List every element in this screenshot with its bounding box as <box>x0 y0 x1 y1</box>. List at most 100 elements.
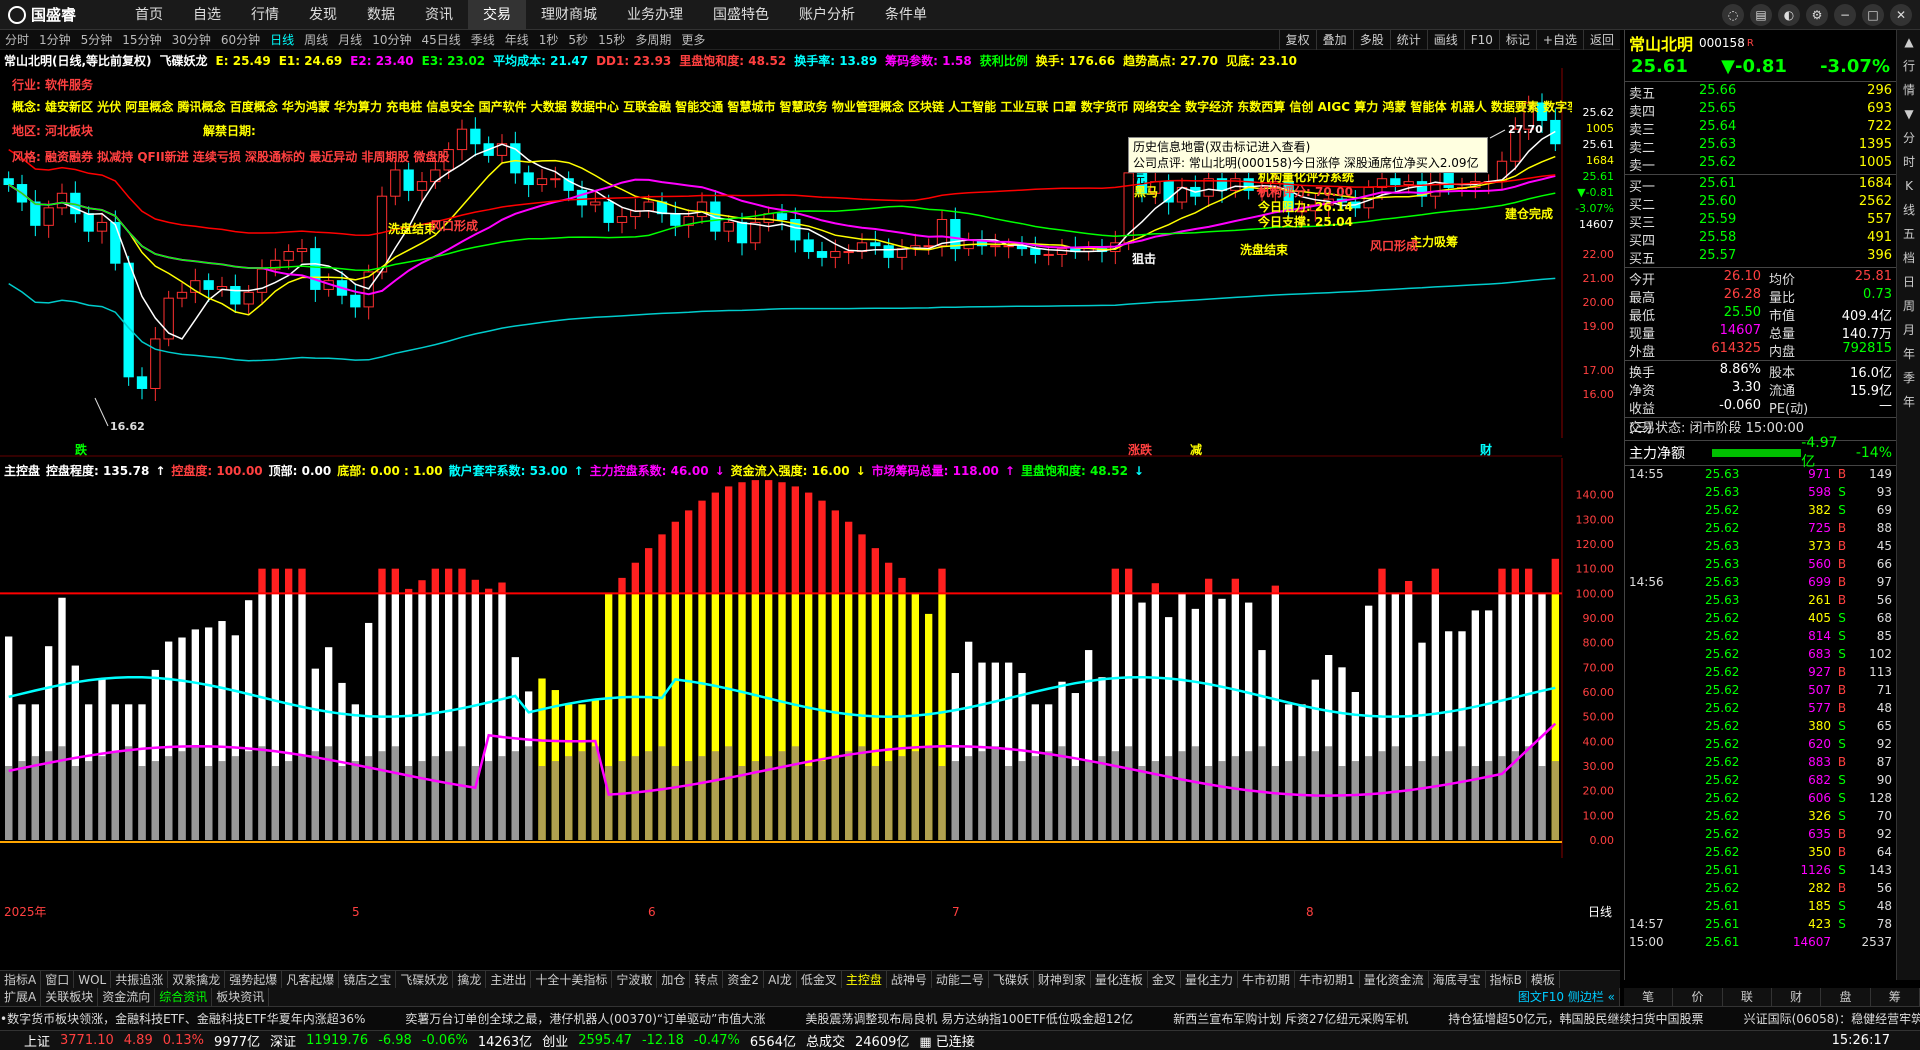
info-tab-0[interactable]: 扩展A <box>0 988 42 1006</box>
indicator-tab-29[interactable]: 海底寻宝 <box>1429 971 1486 988</box>
chart-tool-6[interactable]: 标记 <box>1498 30 1536 50</box>
period-9[interactable]: 10分钟 <box>367 30 416 50</box>
menu-item-4[interactable]: 数据 <box>352 0 410 30</box>
sidebar-item-12[interactable]: 月 <box>1897 318 1920 342</box>
panel-tab-0[interactable]: 笔 <box>1624 988 1674 1006</box>
sub-control-chart[interactable]: 140.00130.00120.00110.00100.0090.0080.00… <box>0 458 1618 928</box>
period-0[interactable]: 分时 <box>0 30 34 50</box>
indicator-tab-9[interactable]: 擒龙 <box>453 971 487 988</box>
order-book-row[interactable]: 卖二 25.63 1395 <box>1625 137 1896 156</box>
indicator-tab-11[interactable]: 十全十美指标 <box>531 971 613 988</box>
period-7[interactable]: 周线 <box>299 30 333 50</box>
news-item[interactable]: 奕薯万台订单创全球之最，港仔机器人(00370)“订单驱动”市值大涨 <box>405 1012 765 1026</box>
order-book-row[interactable]: 卖一 25.62 1005 <box>1625 155 1896 174</box>
indicator-tab-17[interactable]: 低金叉 <box>797 971 842 988</box>
maximize-icon[interactable]: □ <box>1862 4 1884 26</box>
order-book-row[interactable]: 卖四 25.65 693 <box>1625 101 1896 120</box>
indicator-tab-30[interactable]: 指标B <box>1486 971 1527 988</box>
indicator-tab-13[interactable]: 加仓 <box>657 971 691 988</box>
menu-item-6[interactable]: 交易 <box>468 0 526 30</box>
indicator-tab-10[interactable]: 主进出 <box>486 971 532 988</box>
chart-tool-2[interactable]: 多股 <box>1352 30 1390 50</box>
sidebar-item-5[interactable]: 时 <box>1897 150 1920 174</box>
indicator-tab-24[interactable]: 金叉 <box>1148 971 1181 988</box>
sidebar-item-4[interactable]: 分 <box>1897 126 1920 150</box>
settings-icon[interactable]: ⚙ <box>1806 4 1828 26</box>
menu-item-0[interactable]: 首页 <box>120 0 178 30</box>
sidebar-item-6[interactable]: K <box>1897 174 1920 198</box>
sidebar-item-14[interactable]: 季 <box>1897 366 1920 390</box>
menu-item-2[interactable]: 行情 <box>236 0 294 30</box>
period-2[interactable]: 5分钟 <box>76 30 118 50</box>
period-12[interactable]: 年线 <box>500 30 534 50</box>
info-tab-4[interactable]: 板块资讯 <box>212 988 270 1006</box>
news-ticker[interactable]: •数字货币板块领涨，金融科技ETF、金融科技ETF华夏年内涨超36% 奕薯万台订单… <box>0 1006 1920 1030</box>
panel-tab-2[interactable]: 联 <box>1723 988 1772 1006</box>
order-book-row[interactable]: 买二 25.60 2562 <box>1625 194 1896 213</box>
period-16[interactable]: 多周期 <box>630 30 676 50</box>
menu-item-8[interactable]: 业务办理 <box>612 0 698 30</box>
info-tab-1[interactable]: 关联板块 <box>41 988 99 1006</box>
info-mine-tooltip[interactable]: 历史信息地雷(双击标记进入查看) 公司点评: 常山北明(000158)今日涨停 … <box>1128 137 1488 186</box>
info-tab-2[interactable]: 资金流向 <box>98 988 156 1006</box>
indicator-tab-31[interactable]: 模板 <box>1527 971 1560 988</box>
message-icon[interactable]: ▤ <box>1750 4 1772 26</box>
period-1[interactable]: 1分钟 <box>34 30 76 50</box>
news-item[interactable]: 新西兰宣布军购计划 斥资27亿纽元采购军机 <box>1173 1012 1408 1026</box>
indicator-tab-27[interactable]: 牛市初期1 <box>1295 971 1360 988</box>
menu-item-9[interactable]: 国盛特色 <box>698 0 784 30</box>
chart-tool-7[interactable]: +自选 <box>1535 30 1583 50</box>
period-17[interactable]: 更多 <box>676 30 710 50</box>
indicator-tab-3[interactable]: 共振追涨 <box>111 971 169 988</box>
indicator-tab-14[interactable]: 转点 <box>690 971 724 988</box>
indicator-tab-16[interactable]: AI龙 <box>764 971 797 988</box>
sidebar-item-10[interactable]: 日 <box>1897 270 1920 294</box>
indicator-tab-28[interactable]: 量化资金流 <box>1360 971 1429 988</box>
sidebar-item-0[interactable]: ▲ <box>1897 30 1920 54</box>
indicator-tab-5[interactable]: 强势起爆 <box>225 971 283 988</box>
menu-item-10[interactable]: 账户分析 <box>784 0 870 30</box>
minimize-icon[interactable]: − <box>1834 4 1856 26</box>
chart-tool-3[interactable]: 统计 <box>1389 30 1427 50</box>
indicator-tab-23[interactable]: 量化连板 <box>1091 971 1148 988</box>
indicator-tab-21[interactable]: 飞碟妖 <box>989 971 1034 988</box>
news-item[interactable]: •数字货币板块领涨，金融科技ETF、金融科技ETF华夏年内涨超36% <box>0 1012 365 1026</box>
indicator-tab-12[interactable]: 宁波敢 <box>612 971 658 988</box>
close-icon[interactable]: ✕ <box>1890 4 1912 26</box>
panel-tab-4[interactable]: 盘 <box>1821 988 1871 1006</box>
sidebar-item-2[interactable]: 情 <box>1897 78 1920 102</box>
panel-tab-3[interactable]: 财 <box>1772 988 1822 1006</box>
indicator-tab-25[interactable]: 量化主力 <box>1181 971 1238 988</box>
order-book-row[interactable]: 买三 25.59 557 <box>1625 212 1896 231</box>
indicator-tab-1[interactable]: 窗口 <box>41 971 75 988</box>
period-15[interactable]: 15秒 <box>593 30 630 50</box>
menu-item-7[interactable]: 理财商城 <box>526 0 612 30</box>
chart-tool-0[interactable]: 复权 <box>1278 30 1316 50</box>
chart-tool-5[interactable]: F10 <box>1463 30 1499 50</box>
indicator-tab-6[interactable]: 凡客起爆 <box>282 971 340 988</box>
order-book-row[interactable]: 买五 25.57 396 <box>1625 248 1896 267</box>
tick-list[interactable]: 14:55 25.63 971 B 149 25.63 598 S 93 25.62 382 S 69 2… <box>1625 467 1896 953</box>
chat-icon[interactable]: ◌ <box>1722 4 1744 26</box>
f10-sidebar-toggle[interactable]: 图文F10 侧边栏 « <box>1514 988 1620 1006</box>
sidebar-item-3[interactable]: ▼ <box>1897 102 1920 126</box>
indicator-tab-22[interactable]: 财神到家 <box>1034 971 1091 988</box>
period-14[interactable]: 5秒 <box>563 30 593 50</box>
order-book-row[interactable]: 卖五 25.66 296 <box>1625 83 1896 102</box>
menu-item-5[interactable]: 资讯 <box>410 0 468 30</box>
indicator-tab-7[interactable]: 镜店之宝 <box>339 971 397 988</box>
news-item[interactable]: 持仓猛增超50亿元，韩国股民继续扫货中国股票 <box>1448 1012 1703 1026</box>
period-6[interactable]: 日线 <box>265 30 299 50</box>
info-tab-3[interactable]: 综合资讯 <box>155 988 213 1006</box>
period-3[interactable]: 15分钟 <box>117 30 166 50</box>
chart-tool-1[interactable]: 叠加 <box>1315 30 1353 50</box>
news-item[interactable]: 美股震荡调整现布局良机 易方达纳指100ETF低位吸金超12亿 <box>805 1012 1133 1026</box>
sidebar-item-15[interactable]: 年 <box>1897 390 1920 414</box>
sidebar-item-11[interactable]: 周 <box>1897 294 1920 318</box>
period-13[interactable]: 1秒 <box>534 30 564 50</box>
indicator-tab-4[interactable]: 双紫擒龙 <box>168 971 226 988</box>
order-book-row[interactable]: 卖三 25.64 722 <box>1625 119 1896 138</box>
period-10[interactable]: 45日线 <box>416 30 465 50</box>
indicator-tab-2[interactable]: WOL <box>74 971 112 988</box>
chart-tool-4[interactable]: 画线 <box>1426 30 1464 50</box>
